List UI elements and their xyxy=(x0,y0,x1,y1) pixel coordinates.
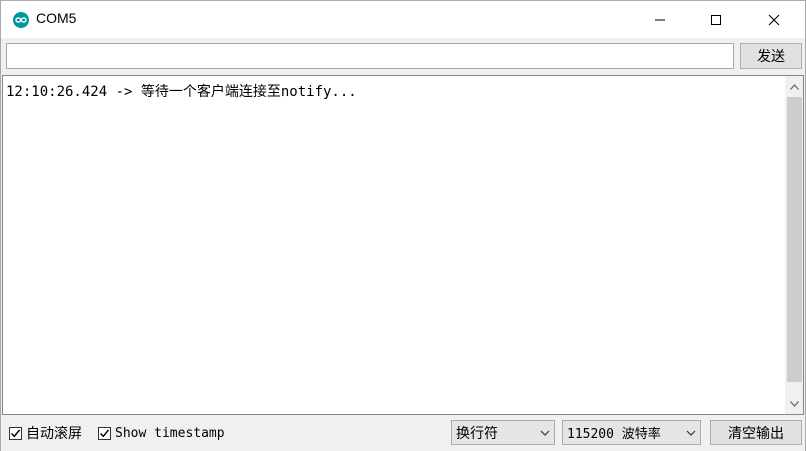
timestamp-checkbox[interactable]: Show timestamp xyxy=(98,425,225,441)
serial-monitor-window: COM5 发送 12:10:26.424 -> 等待一个客户端连接至notify… xyxy=(0,0,806,451)
checkmark-icon xyxy=(11,429,21,437)
baud-rate-select[interactable]: 115200 波特率 xyxy=(562,420,701,445)
close-icon xyxy=(768,14,780,25)
maximize-button[interactable] xyxy=(693,1,739,38)
maximize-icon xyxy=(711,14,721,25)
timestamp-label: Show timestamp xyxy=(115,425,225,441)
send-button[interactable]: 发送 xyxy=(740,43,802,69)
serial-output[interactable]: 12:10:26.424 -> 等待一个客户端连接至notify... xyxy=(2,75,804,415)
clear-output-button[interactable]: 清空输出 xyxy=(710,420,802,445)
scroll-down-button[interactable] xyxy=(786,395,803,412)
chevron-down-icon xyxy=(790,400,799,407)
chevron-down-icon xyxy=(540,430,550,436)
arduino-icon xyxy=(13,12,29,28)
autoscroll-checkbox[interactable]: 自动滚屏 xyxy=(9,425,82,442)
autoscroll-label: 自动滚屏 xyxy=(26,426,82,442)
vertical-scrollbar[interactable] xyxy=(785,76,803,414)
line-ending-select[interactable]: 换行符 xyxy=(451,420,555,445)
baud-rate-value: 115200 波特率 xyxy=(567,427,661,442)
window-title: COM5 xyxy=(36,10,77,26)
send-row: 发送 xyxy=(1,38,805,74)
output-line: 12:10:26.424 -> 等待一个客户端连接至notify... xyxy=(6,84,357,100)
title-bar[interactable]: COM5 xyxy=(1,1,805,38)
checkmark-icon xyxy=(100,429,110,437)
footer-bar: 自动滚屏 Show timestamp 换行符 115200 波特率 清空输出 xyxy=(1,415,805,451)
send-input[interactable] xyxy=(6,43,734,69)
chevron-down-icon xyxy=(686,430,696,436)
timestamp-check-box[interactable] xyxy=(98,426,111,440)
chevron-up-icon xyxy=(790,83,799,90)
minimize-button[interactable] xyxy=(637,1,683,38)
close-button[interactable] xyxy=(751,1,797,38)
minimize-icon xyxy=(655,19,665,20)
line-ending-value: 换行符 xyxy=(456,425,498,442)
autoscroll-check-box[interactable] xyxy=(9,426,22,440)
scroll-thumb[interactable] xyxy=(787,97,802,382)
scroll-up-button[interactable] xyxy=(786,78,803,95)
